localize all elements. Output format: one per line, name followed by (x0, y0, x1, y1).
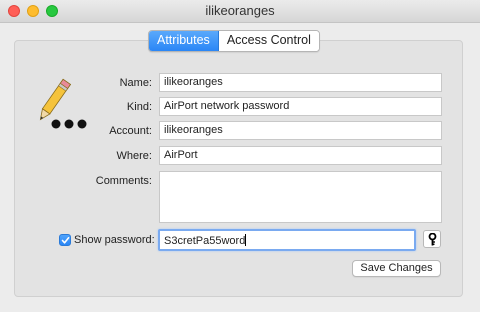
tab-attributes[interactable]: Attributes (149, 31, 219, 51)
title-bar: ilikeoranges (0, 0, 480, 23)
where-label: Where: (116, 150, 152, 162)
tab-bar: Attributes Access Control (148, 30, 320, 52)
tab-access-control[interactable]: Access Control (218, 31, 319, 51)
checkmark-icon (61, 236, 70, 244)
show-password-checkbox[interactable] (59, 234, 71, 246)
password-assistant-button[interactable] (423, 230, 441, 248)
text-cursor (245, 234, 247, 246)
comments-field[interactable] (159, 171, 442, 223)
password-field[interactable]: S3cretPa55word (158, 229, 416, 251)
kind-field[interactable]: AirPort network password (159, 97, 442, 116)
comments-label: Comments: (95, 175, 152, 187)
account-field[interactable]: ilikeoranges (159, 121, 442, 140)
account-label: Account: (109, 125, 152, 137)
show-password-label[interactable]: Show password: (74, 234, 155, 246)
password-value: S3cretPa55word (164, 235, 246, 247)
key-icon (428, 233, 437, 246)
where-field[interactable]: AirPort (159, 146, 442, 165)
name-label: Name: (119, 77, 152, 89)
kind-label: Kind: (126, 101, 152, 113)
window-title: ilikeoranges (205, 3, 275, 18)
save-changes-button[interactable]: Save Changes (352, 260, 441, 277)
name-field[interactable]: ilikeoranges (159, 73, 442, 92)
